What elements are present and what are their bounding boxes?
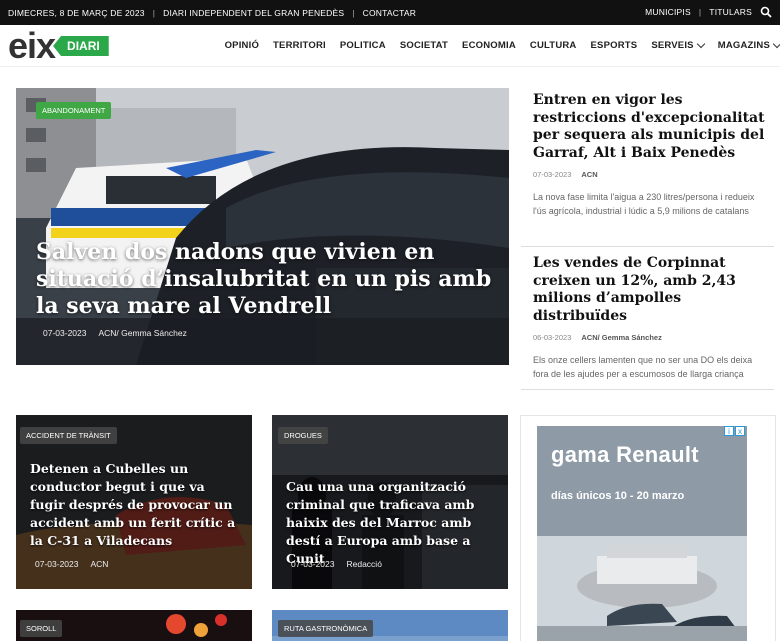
close-icon[interactable]: x: [735, 426, 745, 436]
site-header: eix DIARI OPINIÓ TERRITORI POLITICA SOCI…: [0, 25, 780, 67]
category-tag[interactable]: ABANDONAMENT: [36, 102, 112, 119]
nav-item-economia[interactable]: ECONOMIA: [462, 40, 516, 51]
card-title[interactable]: Cau una una organització criminal que tr…: [286, 478, 498, 568]
hero-image: [16, 88, 509, 365]
main-nav: OPINIÓ TERRITORI POLITICA SOCIETAT ECONO…: [225, 39, 780, 51]
current-date: DIMECRES, 8 DE MARÇ DE 2023: [8, 8, 145, 18]
side-article[interactable]: Entren en vigor les restriccions d'excep…: [521, 92, 774, 247]
nav-item-societat[interactable]: SOCIETAT: [400, 40, 448, 51]
side-article-meta: 06-03-2023 ACN/ Gemma Sánchez: [533, 333, 662, 342]
news-card[interactable]: ACCIDENT DE TRÀNSIT Detenen a Cubelles u…: [16, 415, 252, 589]
ad-brand: gama Renault: [551, 442, 699, 467]
news-card[interactable]: RUTA GASTRONÒMICA: [272, 610, 508, 641]
nav-item-opinio[interactable]: OPINIÓ: [225, 40, 259, 51]
card-meta: 07-03-2023 Redacció: [291, 559, 382, 569]
category-tag[interactable]: DROGUES: [278, 427, 328, 444]
category-tag[interactable]: ACCIDENT DE TRÀNSIT: [20, 427, 117, 444]
nav-item-magazins[interactable]: MAGAZINS: [718, 39, 780, 51]
hero-title[interactable]: Salven dos nadons que vivien en situació…: [36, 239, 496, 320]
side-article-title[interactable]: Entren en vigor les restriccions d'excep…: [533, 92, 768, 162]
separator: |: [352, 8, 355, 18]
category-tag[interactable]: SOROLL: [20, 620, 63, 637]
logo-eix: eix: [8, 25, 56, 66]
tagline: DIARI INDEPENDENT DEL GRAN PENEDÈS: [163, 8, 345, 18]
ad-dates: días únicos 10 - 20 marzo: [551, 490, 685, 502]
info-icon[interactable]: i: [724, 426, 734, 436]
side-article-meta: 07-03-2023 ACN: [533, 170, 598, 179]
side-article-excerpt: Els onze cellers lamenten que no ser una…: [533, 355, 753, 379]
card-title[interactable]: Detenen a Cubelles un conductor begut i …: [30, 460, 242, 550]
side-article[interactable]: Les vendes de Corpinnat creixen un 12%, …: [521, 255, 774, 390]
site-logo[interactable]: eix DIARI: [8, 25, 109, 66]
side-article-excerpt: La nova fase limita l'aigua a 230 litres…: [533, 192, 755, 216]
top-bar: DIMECRES, 8 DE MARÇ DE 2023 | DIARI INDE…: [0, 0, 780, 25]
separator: |: [698, 7, 702, 17]
contact-link[interactable]: CONTACTAR: [363, 8, 416, 18]
nav-item-politica[interactable]: POLITICA: [340, 40, 386, 51]
category-tag[interactable]: RUTA GASTRONÒMICA: [278, 620, 374, 637]
side-article-title[interactable]: Les vendes de Corpinnat creixen un 12%, …: [533, 255, 768, 325]
hero-meta: 07-03-2023 ACN/ Gemma Sánchez: [43, 328, 187, 338]
nav-item-cultura[interactable]: CULTURA: [530, 40, 577, 51]
news-card[interactable]: DROGUES Cau una una organització crimina…: [272, 415, 508, 589]
municipis-link[interactable]: MUNICIPIS: [645, 7, 691, 17]
advertisement[interactable]: i x gama Renault días únicos 10 - 20 mar…: [537, 426, 747, 641]
nav-item-serveis[interactable]: SERVEIS: [651, 39, 705, 51]
news-card[interactable]: SOROLL: [16, 610, 252, 641]
nav-item-esports[interactable]: ESPORTS: [591, 40, 638, 51]
nav-item-territori[interactable]: TERRITORI: [273, 40, 326, 51]
ad-choices[interactable]: i x: [724, 426, 745, 436]
hero-article[interactable]: ABANDONAMENT Salven dos nadons que vivie…: [16, 88, 509, 365]
logo-diari: DIARI: [53, 36, 109, 56]
hero-date: 07-03-2023: [43, 328, 87, 338]
search-icon[interactable]: [760, 6, 772, 18]
chevron-down-icon: [696, 39, 705, 48]
separator: |: [152, 8, 156, 18]
card-meta: 07-03-2023 ACN: [35, 559, 109, 569]
hero-author: ACN/ Gemma Sánchez: [98, 328, 187, 338]
chevron-down-icon: [772, 39, 780, 48]
titulars-link[interactable]: TITULARS: [709, 7, 752, 17]
